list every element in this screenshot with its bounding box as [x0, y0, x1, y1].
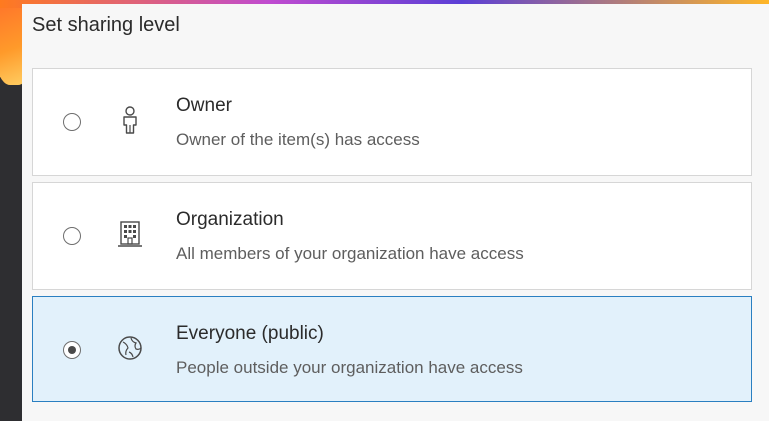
option-title: Organization	[176, 209, 284, 230]
option-organization[interactable]: Organization All members of your organiz…	[32, 182, 752, 290]
option-title: Everyone (public)	[176, 323, 324, 344]
option-description: People outside your organization have ac…	[176, 358, 523, 377]
sharing-panel: Set sharing level Owner Owner of the ite…	[22, 4, 769, 421]
organization-radio[interactable]	[63, 227, 81, 245]
option-description: Owner of the item(s) has access	[176, 130, 420, 149]
option-owner[interactable]: Owner Owner of the item(s) has access	[32, 68, 752, 176]
user-icon	[123, 106, 137, 134]
sharing-options: Owner Owner of the item(s) has access Or…	[32, 68, 765, 408]
everyone-radio[interactable]	[63, 341, 81, 359]
option-everyone-public[interactable]: Everyone (public) People outside your or…	[32, 296, 752, 402]
globe-icon	[118, 336, 142, 360]
building-icon	[118, 221, 142, 247]
panel-title: Set sharing level	[32, 14, 180, 36]
owner-radio[interactable]	[63, 113, 81, 131]
option-description: All members of your organization have ac…	[176, 244, 524, 263]
option-title: Owner	[176, 95, 232, 116]
